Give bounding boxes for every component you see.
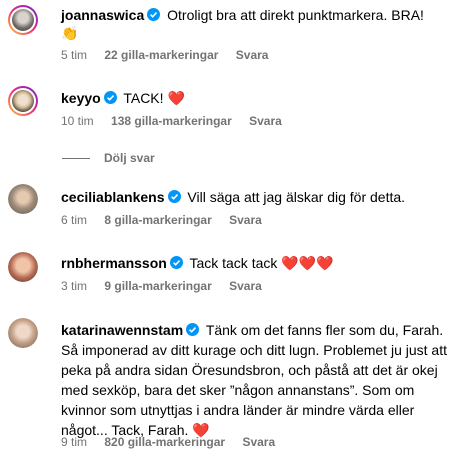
reply-button[interactable]: Svara [249, 114, 282, 128]
comment-text: TACK! [123, 90, 164, 106]
comment-body: katarinawennstam Tänk om det fanns fler … [61, 320, 454, 440]
timestamp: 5 tim [61, 48, 88, 62]
username[interactable]: ceciliablankens [61, 189, 165, 205]
comment-body: joannaswica Otroligt bra att direkt punk… [61, 6, 454, 42]
comment-body: keyyo TACK! ❤️ [61, 89, 454, 107]
likes-count[interactable]: 820 gilla-markeringar [104, 435, 225, 449]
emoji: ❤️❤️❤️ [281, 255, 334, 271]
timestamp: 6 tim [61, 213, 88, 227]
timestamp: 9 tim [61, 435, 88, 449]
likes-count[interactable]: 22 gilla-markeringar [104, 48, 218, 62]
comment-meta: 5 tim 22 gilla-markeringar Svara [61, 48, 282, 62]
comment-body: rnbhermansson Tack tack tack ❤️❤️❤️ [61, 254, 454, 272]
comment-body: ceciliablankens Vill säga att jag älskar… [61, 188, 454, 206]
verified-badge-icon [169, 256, 183, 269]
comment-meta: 9 tim 820 gilla-markeringar Svara [61, 435, 289, 449]
emoji: 👏 [61, 25, 79, 41]
avatar[interactable] [8, 86, 38, 116]
hide-replies-label: Dölj svar [104, 151, 155, 165]
divider-line [62, 158, 90, 160]
avatar[interactable] [8, 5, 38, 35]
verified-badge-icon [167, 190, 181, 203]
username[interactable]: katarinawennstam [61, 322, 183, 338]
timestamp: 3 tim [61, 279, 88, 293]
comment-meta: 6 tim 8 gilla-markeringar Svara [61, 213, 276, 227]
timestamp: 10 tim [61, 114, 94, 128]
verified-badge-icon [103, 91, 117, 104]
avatar[interactable] [8, 184, 38, 214]
comment-meta: 3 tim 9 gilla-markeringar Svara [61, 279, 276, 293]
verified-badge-icon [186, 323, 200, 336]
username[interactable]: rnbhermansson [61, 255, 167, 271]
reply-button[interactable]: Svara [242, 435, 275, 449]
comment-text: Vill säga att jag älskar dig för detta. [187, 189, 406, 205]
avatar[interactable] [8, 252, 38, 282]
reply-button[interactable]: Svara [229, 213, 262, 227]
likes-count[interactable]: 138 gilla-markeringar [111, 114, 232, 128]
comment-text: Otroligt bra att direkt punktmarkera. BR… [167, 7, 424, 23]
username[interactable]: keyyo [61, 90, 101, 106]
verified-badge-icon [147, 8, 161, 21]
reply-button[interactable]: Svara [236, 48, 269, 62]
avatar[interactable] [8, 318, 38, 348]
comment-text: Tänk om det fanns fler som du, Farah. Så… [61, 322, 447, 438]
reply-button[interactable]: Svara [229, 279, 262, 293]
comment-meta: 10 tim 138 gilla-markeringar Svara [61, 114, 296, 128]
likes-count[interactable]: 8 gilla-markeringar [104, 213, 211, 227]
hide-replies-button[interactable]: Dölj svar [62, 151, 155, 165]
comment-text: Tack tack tack [189, 255, 278, 271]
emoji: ❤️ [167, 90, 185, 106]
username[interactable]: joannaswica [61, 7, 144, 23]
likes-count[interactable]: 9 gilla-markeringar [104, 279, 211, 293]
